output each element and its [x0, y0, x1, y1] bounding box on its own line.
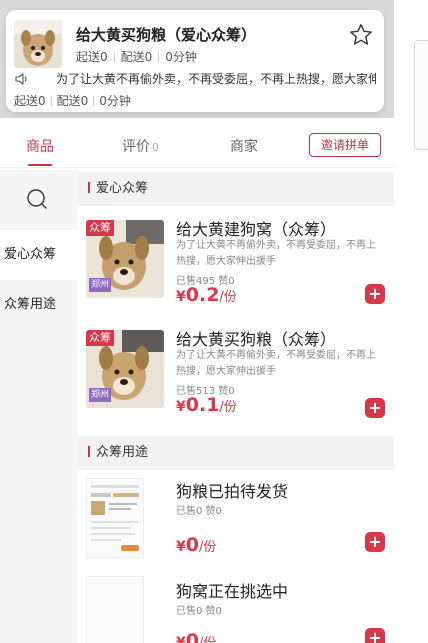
product-price: ¥0.2/份: [176, 284, 237, 306]
divider: [93, 96, 95, 106]
store-stats: 起送0 配送0 0分钟: [76, 48, 197, 65]
product-title: 给大黄建狗窝（众筹）: [176, 220, 337, 239]
price-value: 0.1: [185, 394, 220, 416]
location-badge: 郑州: [89, 388, 112, 402]
section-header: 爱心众筹: [78, 172, 394, 206]
list-item[interactable]: 狗粮已拍待发货 已售0 赞0 ¥0/份 +: [78, 470, 394, 570]
list-item[interactable]: 众筹 郑州 给大黄买狗粮（众筹） 为了让大黄不再偷外卖，不再受委屈，不再上热搜，…: [78, 320, 394, 432]
product-image: 众筹 郑州: [86, 330, 164, 408]
crowdfunding-badge: 众筹: [86, 220, 114, 236]
min-order-stat: 起送0: [14, 94, 46, 108]
store-logo: [14, 20, 62, 68]
tab-active-indicator: [28, 164, 52, 166]
store-notice: 为了让大黄不再偷外卖，不再受委屈，不再上热搜，愿大家伸出援手: [14, 70, 376, 88]
min-order-stat: 起送0: [76, 50, 108, 64]
currency-symbol: ¥: [176, 539, 186, 555]
add-to-cart-button[interactable]: +: [365, 284, 385, 304]
product-title: 狗粮已拍待发货: [176, 482, 289, 501]
plus-icon: +: [368, 398, 382, 417]
price-value: 0: [185, 534, 199, 556]
add-to-cart-button[interactable]: +: [365, 628, 385, 643]
plus-icon: +: [368, 284, 382, 303]
favorite-button[interactable]: [348, 22, 374, 48]
product-description: 为了让大黄不再偷外卖，不再受委屈，不再上热搜，愿大家伸出援手: [176, 350, 376, 377]
section-marker: [88, 182, 90, 193]
price-unit: /份: [219, 400, 237, 415]
tab-reviews-label: 评价: [122, 139, 150, 155]
add-to-cart-button[interactable]: +: [365, 398, 385, 418]
dog-photo: [14, 20, 62, 68]
product-description: 为了让大黄不再偷外卖，不再受委屈，不再上热搜，愿大家伸出援手: [176, 240, 376, 267]
product-image: [86, 478, 144, 558]
tab-bar: 商品 评价 0 商家 邀请拼单: [0, 124, 394, 168]
category-sidebar: 爱心众筹 众筹用途: [0, 170, 78, 643]
crowdfunding-badge: 众筹: [86, 330, 114, 346]
section-marker: [88, 446, 90, 457]
tab-reviews[interactable]: 评价 0: [122, 136, 159, 156]
list-item[interactable]: 众筹 郑州 给大黄建狗窝（众筹） 为了让大黄不再偷外卖，不再受委屈，不再上热搜，…: [78, 210, 394, 320]
search-icon: [27, 189, 47, 209]
speaker-icon: [14, 72, 36, 88]
divider: [158, 52, 160, 62]
store-name: 给大黄买狗粮（爱心众筹）: [76, 26, 257, 44]
product-price: ¥0/份: [176, 630, 216, 643]
side-panel: [394, 0, 428, 643]
add-to-cart-button[interactable]: +: [365, 532, 385, 552]
price-value: 0: [185, 630, 199, 643]
list-item[interactable]: 狗窝正在挑选中 已售0 赞0 ¥0/份 +: [78, 570, 394, 643]
product-title: 狗窝正在挑选中: [176, 582, 289, 601]
product-image: [86, 576, 144, 643]
category-search-button[interactable]: [0, 170, 78, 230]
price-unit: /份: [198, 540, 217, 555]
category-crowdfunding[interactable]: 爱心众筹: [0, 230, 78, 280]
product-sales-stats: 已售0 赞0: [176, 506, 222, 517]
product-list: 爱心众筹 众筹 郑州 给大黄建狗窝（众筹） 为了让大黄不再偷外卖，不再受委屈，不…: [78, 170, 394, 643]
delivery-fee-stat: 配送0: [120, 50, 153, 64]
section-title: 众筹用途: [96, 445, 149, 460]
star-icon: [350, 24, 372, 45]
price-value: 0.2: [185, 284, 220, 306]
currency-symbol: ¥: [176, 399, 186, 415]
currency-symbol: ¥: [176, 635, 186, 643]
tab-goods[interactable]: 商品: [26, 136, 54, 156]
divider: [50, 96, 52, 106]
delivery-fee-stat: 配送0: [56, 94, 89, 108]
store-card: 给大黄买狗粮（爱心众筹） 起送0 配送0 0分钟 为了让大黄不再偷外卖，不再受委屈，…: [6, 10, 384, 112]
divider: [113, 52, 115, 62]
plus-icon: +: [368, 628, 382, 643]
section-header: 众筹用途: [78, 436, 394, 470]
section-title: 爱心众筹: [96, 181, 149, 196]
tab-merchant[interactable]: 商家: [230, 136, 258, 156]
product-title: 给大黄买狗粮（众筹）: [176, 330, 337, 349]
currency-symbol: ¥: [176, 289, 186, 305]
product-price: ¥0.1/份: [176, 394, 237, 416]
location-badge: 郑州: [89, 278, 112, 292]
review-count: 0: [152, 141, 159, 154]
delivery-time-stat: 0分钟: [99, 94, 131, 108]
price-unit: /份: [219, 290, 237, 305]
delivery-time-stat: 0分钟: [165, 50, 197, 64]
product-image: 众筹 郑州: [86, 220, 164, 298]
store-stats-secondary: 起送0 配送0 0分钟: [14, 92, 131, 109]
product-price: ¥0/份: [176, 534, 216, 556]
product-sales-stats: 已售0 赞0: [176, 606, 222, 617]
plus-icon: +: [368, 532, 382, 551]
side-panel-frame: [414, 40, 428, 150]
notice-text: 为了让大黄不再偷外卖，不再受委屈，不再上热搜，愿大家伸出援手: [56, 72, 376, 86]
order-screenshot-image: [91, 485, 139, 551]
category-usage[interactable]: 众筹用途: [0, 280, 78, 330]
price-unit: /份: [199, 636, 216, 643]
invite-group-order-button[interactable]: 邀请拼单: [309, 133, 381, 157]
